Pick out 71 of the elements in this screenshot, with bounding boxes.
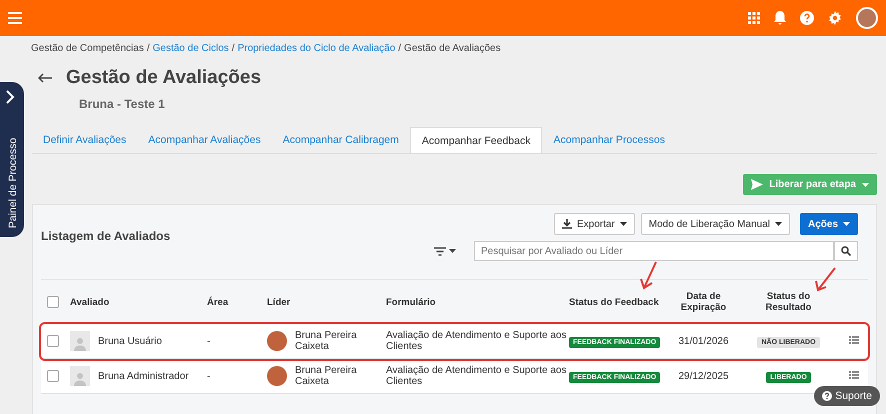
search-button[interactable]: [834, 241, 858, 261]
toolbar-button[interactable]: Ações: [800, 213, 858, 235]
breadcrumb-item: Gestão de Competências: [31, 42, 144, 54]
tab[interactable]: Acompanhar Avaliações: [137, 127, 272, 153]
column-header: Área: [207, 296, 230, 308]
row-checkbox[interactable]: [47, 370, 59, 382]
annotation-arrow-icon: [639, 261, 659, 291]
breadcrumb-item: Gestão de Avaliações: [404, 42, 501, 54]
side-panel-tab[interactable]: Painel de Processo: [0, 82, 24, 237]
person-silhouette-icon: [70, 331, 90, 351]
breadcrumb-separator: /: [146, 42, 150, 54]
person-silhouette-icon: [70, 366, 90, 386]
tab[interactable]: Definir Avaliações: [32, 127, 138, 153]
column-header: Status do Resultado: [764, 291, 812, 313]
breadcrumb-item[interactable]: Propriedades do Ciclo de Avaliação: [238, 42, 396, 54]
list-icon[interactable]: [848, 336, 858, 344]
leader-name: Bruna Pereira Caixeta: [295, 365, 358, 387]
help-icon[interactable]: [800, 11, 814, 25]
side-panel-label: Painel de Processo: [7, 136, 19, 230]
back-arrow-icon[interactable]: [38, 73, 52, 83]
row-checkbox[interactable]: [47, 335, 59, 347]
filter-button[interactable]: [434, 246, 456, 256]
column-header: Líder: [267, 296, 292, 308]
breadcrumb-separator: /: [398, 42, 402, 54]
column-header: Avaliado: [70, 296, 110, 308]
send-icon: [751, 179, 764, 190]
caret-icon: [620, 222, 627, 226]
tab[interactable]: Acompanhar Processos: [542, 127, 676, 153]
list-icon[interactable]: [848, 370, 858, 378]
caret-icon: [862, 182, 869, 186]
column-header: Status do Feedback: [569, 296, 660, 308]
expiration-date: 29/12/2025: [677, 370, 730, 382]
leader-name: Bruna Pereira Caixeta: [295, 330, 358, 352]
settings-icon[interactable]: [828, 11, 842, 25]
toolbar-button[interactable]: Exportar: [554, 213, 635, 235]
help-icon: [822, 391, 832, 401]
apps-grid-icon[interactable]: [748, 12, 760, 24]
area-cell-text: -: [207, 370, 212, 382]
list-title: Listagem de Avaliados: [41, 229, 172, 243]
user-avatar[interactable]: [856, 7, 878, 29]
tab[interactable]: Acompanhar Feedback: [410, 127, 542, 153]
evaluated-name: Bruna Usuário: [98, 336, 162, 346]
area-cell-text: -: [207, 336, 212, 346]
column-header: Formulário: [386, 296, 437, 308]
download-icon: [562, 219, 572, 229]
search-field[interactable]: Pesquisar por Avaliado ou Líder: [474, 241, 834, 261]
support-button[interactable]: Suporte: [814, 386, 880, 406]
expiration-date: 31/01/2026: [677, 336, 730, 346]
column-header: Data de Expiração: [680, 291, 728, 313]
caret-icon: [843, 222, 850, 226]
select-all-checkbox[interactable]: [47, 296, 59, 308]
annotation-arrow-icon: [813, 267, 837, 293]
search-icon: [841, 246, 851, 256]
page-subtitle: Bruna - Teste 1: [79, 97, 165, 111]
caret-icon: [774, 222, 782, 226]
tab[interactable]: Acompanhar Calibragem: [272, 127, 410, 153]
caret-icon: [449, 249, 456, 253]
form-cell-text: Avaliação de Atendimento e Suporte aos Clientes: [386, 330, 568, 352]
leader-avatar: [267, 331, 287, 351]
evaluated-name: Bruna Administrador: [98, 370, 189, 382]
menu-icon[interactable]: [8, 12, 22, 24]
toolbar-button[interactable]: Modo de Liberação Manual: [640, 213, 790, 235]
page-title: Gestão de Avaliações: [66, 67, 262, 89]
form-cell-text: Avaliação de Atendimento e Suporte aos Clientes: [386, 365, 568, 387]
bell-icon[interactable]: [774, 11, 786, 25]
leader-avatar: [267, 366, 287, 386]
release-button[interactable]: Liberar para etapa: [743, 174, 877, 195]
breadcrumb-separator: /: [232, 42, 235, 54]
chevron-right-icon: [5, 90, 15, 104]
filter-icon: [434, 246, 446, 256]
breadcrumb-item[interactable]: Gestão de Ciclos: [152, 42, 229, 54]
